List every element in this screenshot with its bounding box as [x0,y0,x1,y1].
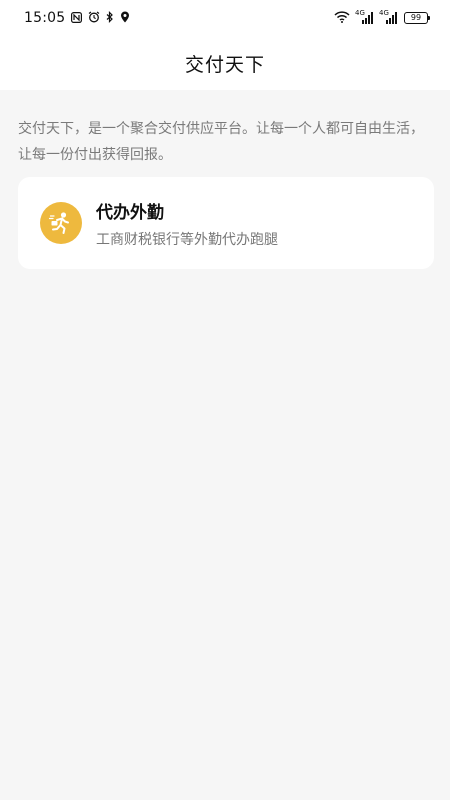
service-card-field-errands[interactable]: 代办外勤 工商财税银行等外勤代办跑腿 [18,177,434,269]
runner-icon [40,202,82,244]
nav-bar: 交付天下 [0,36,450,90]
status-right: 4G 4G 99 [334,9,430,25]
status-left: 15:05 [24,10,130,26]
nfc-icon [71,11,83,25]
signal-icon-2: 4G [379,9,398,24]
service-description: 工商财税银行等外勤代办跑腿 [96,231,278,248]
page-title: 交付天下 [184,53,265,76]
location-icon [120,11,130,25]
status-time: 15:05 [24,10,66,26]
battery-icon: 99 [404,12,430,24]
signal-icon-1: 4G [355,9,374,24]
status-bar: 15:05 4G 4G 99 [0,0,450,36]
wifi-icon [334,11,350,25]
network-type-label-2: 4G [379,9,389,17]
service-text: 代办外勤 工商财税银行等外勤代办跑腿 [96,198,278,249]
network-type-label-1: 4G [355,9,365,17]
intro-text: 交付天下，是一个聚合交付供应平台。让每一个人都可自由生活，让每一份付出获得回报。 [18,121,424,163]
service-title: 代办外勤 [96,202,164,223]
alarm-icon [88,11,100,25]
bluetooth-icon [106,11,114,25]
